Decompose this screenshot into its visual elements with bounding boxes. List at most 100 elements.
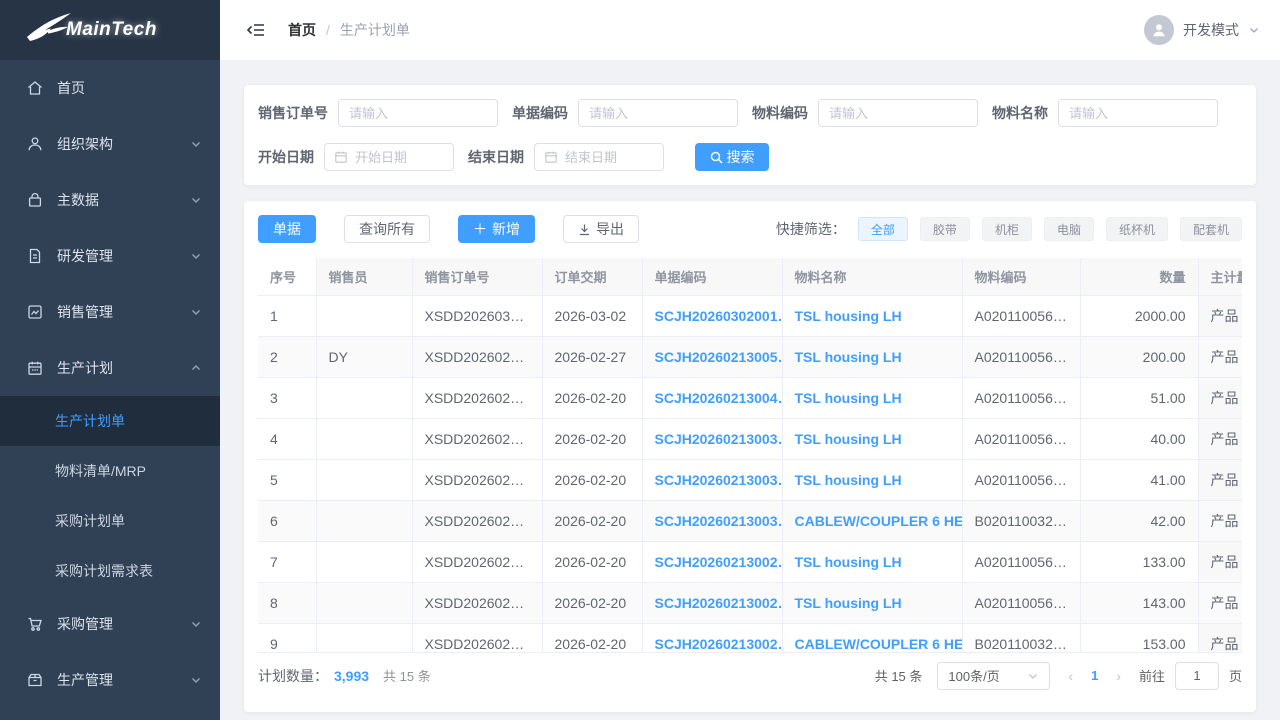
sales-order-input[interactable] — [338, 99, 498, 127]
sidebar-item-organization[interactable]: 组织架构 — [0, 116, 220, 172]
cell-delivery-date: 2026-02-20 — [542, 418, 642, 459]
filter-row-1: 销售订单号 单据编码 物料编码 物料名称 — [258, 99, 1242, 127]
table-row[interactable]: 1XSDD202603…2026-03-02SCJH20260302001…TS… — [258, 295, 1242, 336]
sidebar-item-home[interactable]: 首页 — [0, 60, 220, 116]
chevron-down-icon — [1027, 670, 1039, 682]
goto-page-input[interactable] — [1175, 662, 1219, 690]
sidebar-item-purchase-plan-demand[interactable]: 采购计划需求表 — [0, 546, 220, 596]
material-code-input[interactable] — [818, 99, 978, 127]
cell-unit: 产品 — [1198, 582, 1242, 623]
cell-material-name[interactable]: CABLEW/COUPLER 6 HE — [782, 623, 962, 652]
cell-doc-code[interactable]: SCJH20260213002… — [642, 623, 782, 652]
prev-page-icon[interactable]: ‹ — [1065, 668, 1076, 684]
page-size-select[interactable]: 100条/页 — [937, 662, 1050, 690]
sidebar-item-bom-mrp[interactable]: 物料清单/MRP — [0, 446, 220, 496]
breadcrumb-current: 生产计划单 — [340, 20, 410, 40]
calendar-icon — [544, 150, 558, 164]
cell-material-name[interactable]: TSL housing LH — [782, 377, 962, 418]
user-menu[interactable]: 开发模式 — [1144, 15, 1260, 45]
quick-filter-group: 快捷筛选： 全部 胶带 机柜 电脑 纸杯机 配套机 — [776, 217, 1242, 241]
query-all-button[interactable]: 查询所有 — [344, 215, 430, 243]
cell-delivery-date: 2026-02-20 — [542, 582, 642, 623]
sidebar-item-rnd[interactable]: 研发管理 — [0, 228, 220, 284]
cell-index: 5 — [258, 459, 316, 500]
sidebar-item-production-mgmt[interactable]: 生产管理 — [0, 652, 220, 708]
table-row[interactable]: 2DYXSDD202602…2026-02-27SCJH20260213005…… — [258, 336, 1242, 377]
cell-material-name[interactable]: TSL housing LH — [782, 336, 962, 377]
cell-salesperson — [316, 418, 412, 459]
cell-quantity: 2000.00 — [1080, 295, 1198, 336]
cell-material-name[interactable]: CABLEW/COUPLER 6 HE — [782, 500, 962, 541]
cell-material-name[interactable]: TSL housing LH — [782, 459, 962, 500]
field-material-code: 物料编码 — [752, 99, 978, 127]
cell-material-name[interactable]: TSL housing LH — [782, 418, 962, 459]
table-row[interactable]: 8XSDD202602…2026-02-20SCJH20260213002…TS… — [258, 582, 1242, 623]
brand-logo[interactable]: MainTech — [0, 0, 220, 60]
quick-filter-computer[interactable]: 电脑 — [1044, 217, 1094, 241]
table-row[interactable]: 4XSDD202602…2026-02-20SCJH20260213003…TS… — [258, 418, 1242, 459]
field-label: 销售订单号 — [258, 103, 328, 123]
sidebar-item-purchase-plan-order[interactable]: 采购计划单 — [0, 496, 220, 546]
chart-icon — [26, 303, 44, 321]
search-button[interactable]: 搜索 — [695, 143, 769, 171]
doc-button[interactable]: 单据 — [258, 215, 316, 243]
field-doc-code: 单据编码 — [512, 99, 738, 127]
cell-material-code: A020110056… — [962, 582, 1080, 623]
end-date-input[interactable] — [565, 150, 654, 165]
cell-sales-order: XSDD202602… — [412, 459, 542, 500]
bag-icon — [26, 191, 44, 209]
cell-doc-code[interactable]: SCJH20260302001… — [642, 295, 782, 336]
quick-filter-tape[interactable]: 胶带 — [920, 217, 970, 241]
cell-doc-code[interactable]: SCJH20260213002… — [642, 582, 782, 623]
cell-doc-code[interactable]: SCJH20260213003… — [642, 418, 782, 459]
cell-material-name[interactable]: TSL housing LH — [782, 295, 962, 336]
quick-filter-all[interactable]: 全部 — [858, 217, 908, 241]
field-end-date: 结束日期 — [468, 143, 664, 171]
brand-name: MainTech — [66, 19, 157, 41]
cell-doc-code[interactable]: SCJH20260213003… — [642, 459, 782, 500]
sidebar-item-sales[interactable]: 销售管理 — [0, 284, 220, 340]
end-date-picker[interactable] — [534, 143, 664, 171]
cell-delivery-date: 2026-02-20 — [542, 500, 642, 541]
sidebar-item-label: 首页 — [57, 78, 85, 98]
cell-index: 2 — [258, 336, 316, 377]
table-row[interactable]: 9XSDD202602…2026-02-20SCJH20260213002…CA… — [258, 623, 1242, 652]
table-header-row: 序号 销售员 销售订单号 订单交期 单据编码 物料名称 物料编码 数量 主计量单… — [258, 258, 1242, 295]
cell-doc-code[interactable]: SCJH20260213002… — [642, 541, 782, 582]
start-date-picker[interactable] — [324, 143, 454, 171]
cell-doc-code[interactable]: SCJH20260213004… — [642, 377, 782, 418]
sidebar-item-purchasing[interactable]: 采购管理 — [0, 596, 220, 652]
sidebar-item-production-plan-order[interactable]: 生产计划单 — [0, 396, 220, 446]
cell-quantity: 40.00 — [1080, 418, 1198, 459]
next-page-icon[interactable]: › — [1113, 668, 1124, 684]
quick-filter-kit-machine[interactable]: 配套机 — [1180, 217, 1242, 241]
table-scroll-area[interactable]: 序号 销售员 销售订单号 订单交期 单据编码 物料名称 物料编码 数量 主计量单… — [258, 258, 1242, 652]
quick-filter-cup-machine[interactable]: 纸杯机 — [1106, 217, 1168, 241]
quick-filter-cabinet[interactable]: 机柜 — [982, 217, 1032, 241]
table-row[interactable]: 3XSDD202602…2026-02-20SCJH20260213004…TS… — [258, 377, 1242, 418]
cell-doc-code[interactable]: SCJH20260213005… — [642, 336, 782, 377]
sidebar-fold-icon[interactable] — [246, 20, 266, 40]
breadcrumb-home[interactable]: 首页 — [288, 20, 316, 40]
table-row[interactable]: 5XSDD202602…2026-02-20SCJH20260213003…TS… — [258, 459, 1242, 500]
export-button[interactable]: 导出 — [563, 215, 639, 243]
export-button-label: 导出 — [596, 219, 624, 239]
table-row[interactable]: 6XSDD202602…2026-02-20SCJH20260213003…CA… — [258, 500, 1242, 541]
sidebar-item-production-plan[interactable]: 生产计划 — [0, 340, 220, 396]
add-button[interactable]: ＋ 新增 — [458, 215, 535, 243]
page-unit-label: 页 — [1229, 666, 1242, 685]
cell-material-name[interactable]: TSL housing LH — [782, 541, 962, 582]
sidebar-item-master-data[interactable]: 主数据 — [0, 172, 220, 228]
search-button-label: 搜索 — [727, 147, 755, 167]
cell-doc-code[interactable]: SCJH20260213003… — [642, 500, 782, 541]
quick-filter-label: 快捷筛选： — [776, 219, 846, 239]
doc-code-input[interactable] — [578, 99, 738, 127]
chevron-down-icon — [190, 618, 202, 630]
page-number[interactable]: 1 — [1091, 668, 1098, 683]
cell-sales-order: XSDD202602… — [412, 500, 542, 541]
cell-material-name[interactable]: TSL housing LH — [782, 582, 962, 623]
material-name-input[interactable] — [1058, 99, 1218, 127]
table-row[interactable]: 7XSDD202602…2026-02-20SCJH20260213002…TS… — [258, 541, 1242, 582]
pager: ‹ 1 › — [1065, 668, 1124, 684]
start-date-input[interactable] — [355, 150, 444, 165]
